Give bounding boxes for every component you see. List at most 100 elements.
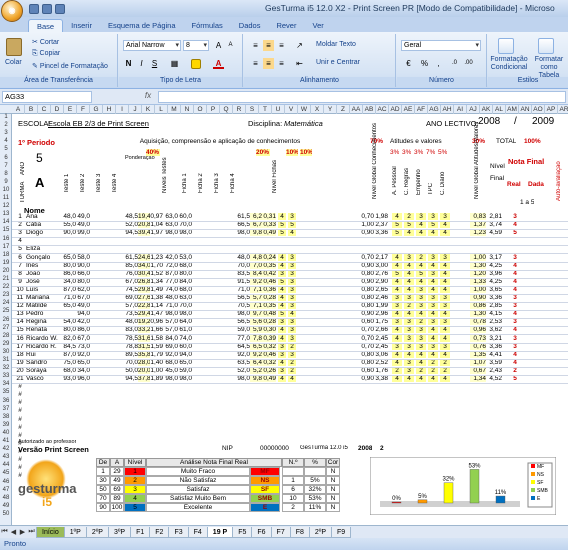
a3-cell[interactable]: 5 bbox=[416, 269, 426, 277]
r-cell[interactable]: 3 bbox=[508, 318, 522, 326]
n-cell[interactable]: 18 bbox=[14, 351, 26, 358]
f1-cell[interactable]: 45,0 bbox=[164, 367, 178, 374]
a1-cell[interactable]: 4 bbox=[392, 285, 402, 293]
r-cell[interactable]: 3 bbox=[508, 334, 522, 342]
f1-cell[interactable]: 71,0 bbox=[164, 302, 178, 309]
v-cell[interactable]: 0,97 bbox=[150, 213, 163, 220]
a5-cell[interactable]: 3 bbox=[440, 318, 450, 326]
t2-cell[interactable]: 73,0 bbox=[76, 343, 90, 350]
a4-cell[interactable]: 4 bbox=[428, 277, 438, 285]
fx-icon[interactable]: fx bbox=[140, 91, 156, 103]
r-cell[interactable]: 3 bbox=[508, 342, 522, 350]
a5-cell[interactable]: 3 bbox=[440, 253, 450, 261]
save-icon[interactable] bbox=[29, 3, 39, 14]
prev-sheet-arrow[interactable]: ◀ bbox=[9, 528, 18, 536]
x1-cell[interactable]: 0,42 bbox=[262, 269, 276, 277]
na-cell[interactable]: 1,76 bbox=[374, 367, 388, 374]
f2-cell[interactable]: 53,0 bbox=[178, 254, 192, 261]
year-from[interactable]: 2008 bbox=[478, 116, 500, 127]
nf-cell[interactable]: 9,8 bbox=[250, 229, 262, 237]
a5-cell[interactable]: 2 bbox=[440, 358, 450, 366]
l1-cell[interactable]: 5 bbox=[278, 221, 286, 229]
l1-cell[interactable]: 5 bbox=[278, 229, 286, 237]
column-header[interactable]: AG bbox=[428, 105, 441, 114]
t1-cell[interactable]: 54,0 bbox=[62, 318, 76, 325]
v-cell[interactable]: 1,40 bbox=[150, 359, 163, 366]
row-header[interactable]: 37 bbox=[0, 406, 12, 412]
a1-cell[interactable]: 5 bbox=[392, 221, 402, 229]
a5-cell[interactable]: 3 bbox=[440, 213, 450, 220]
a4-cell[interactable]: 3 bbox=[428, 213, 438, 220]
x1-cell[interactable]: 0,24 bbox=[262, 253, 276, 261]
nt-cell[interactable]: 24,6 bbox=[138, 253, 150, 261]
nt-cell[interactable]: 31,5 bbox=[138, 342, 150, 350]
row-header[interactable]: 49 bbox=[0, 503, 12, 509]
table-row[interactable]: 7 Inês 80,0 90,0 85,0 34,0 1,70 72,0 68,0 70,0 7,0… bbox=[0, 261, 568, 270]
l2-cell[interactable]: 4 bbox=[288, 229, 296, 237]
x1-cell[interactable]: 0,49 bbox=[262, 229, 276, 237]
f1-cell[interactable]: 98,0 bbox=[164, 375, 178, 382]
cut-button[interactable]: ✂ Cortar bbox=[32, 38, 59, 46]
a2-cell[interactable]: 3 bbox=[404, 366, 414, 374]
a4-cell[interactable]: 4 bbox=[428, 350, 438, 358]
nome-cell[interactable]: Cátia bbox=[26, 221, 62, 228]
nome-cell[interactable]: Regina bbox=[26, 318, 62, 325]
column-header[interactable]: J bbox=[129, 105, 142, 114]
pt-cell[interactable]: 83,0 bbox=[124, 326, 138, 333]
nq-cell[interactable]: 1,34 bbox=[470, 375, 486, 382]
column-header[interactable]: AR bbox=[558, 105, 568, 114]
a5-cell[interactable]: 4 bbox=[440, 310, 450, 318]
l1-cell[interactable]: 3 bbox=[278, 350, 286, 358]
l2-cell[interactable]: 3 bbox=[288, 277, 296, 285]
pt-cell[interactable]: 48,0 bbox=[124, 318, 138, 325]
column-header[interactable]: AN bbox=[519, 105, 532, 114]
f2-cell[interactable]: 70,0 bbox=[178, 302, 192, 309]
ng-cell[interactable]: 0,80 bbox=[360, 351, 374, 358]
na-cell[interactable]: 2,66 bbox=[374, 326, 388, 333]
nt-cell[interactable]: 31,6 bbox=[138, 334, 150, 342]
pf-cell[interactable]: 77,0 bbox=[236, 335, 250, 342]
a4-cell[interactable]: 3 bbox=[428, 302, 438, 310]
a1-cell[interactable]: 5 bbox=[392, 229, 402, 237]
a3-cell[interactable]: 3 bbox=[416, 334, 426, 342]
f1-cell[interactable]: 72,0 bbox=[164, 262, 178, 269]
spreadsheet-grid[interactable]: A B C D E F G H I J K L M N O P Q R S T U V W X Y Z AA AB AC AD AE AF AG… bbox=[0, 105, 568, 525]
a4-cell[interactable]: 2 bbox=[428, 358, 438, 366]
na-cell[interactable]: 1,98 bbox=[374, 213, 388, 220]
nome-cell[interactable]: Diogo bbox=[26, 229, 62, 236]
ng-cell[interactable]: 1,00 bbox=[360, 221, 374, 228]
v-cell[interactable]: 1,14 bbox=[150, 302, 163, 309]
column-header[interactable]: AP bbox=[545, 105, 558, 114]
align-bottom-icon[interactable]: ≡ bbox=[276, 40, 287, 51]
f2-cell[interactable]: 70,0 bbox=[178, 221, 192, 228]
t1-cell[interactable]: 80,0 bbox=[62, 262, 76, 269]
l2-cell[interactable]: 3 bbox=[288, 318, 296, 326]
t2-cell[interactable]: 49,0 bbox=[76, 213, 90, 220]
a2-cell[interactable]: 4 bbox=[404, 350, 414, 358]
t1-cell[interactable]: 75,0 bbox=[62, 359, 76, 366]
v-cell[interactable]: 1,79 bbox=[150, 351, 163, 358]
row-header[interactable]: 9 bbox=[0, 179, 12, 185]
v-cell[interactable]: 1,34 bbox=[150, 278, 163, 285]
column-header[interactable]: F bbox=[77, 105, 90, 114]
f1-cell[interactable]: 84,0 bbox=[164, 335, 178, 342]
paste-button[interactable]: Colar bbox=[5, 59, 22, 66]
nq-cell[interactable]: 1,35 bbox=[470, 350, 486, 358]
x1-cell[interactable]: 0,32 bbox=[262, 358, 276, 366]
align-center-icon[interactable]: ≡ bbox=[263, 58, 274, 69]
row-header[interactable]: 5 bbox=[0, 146, 12, 152]
nome-cell[interactable]: Pedro bbox=[26, 310, 62, 317]
a1-cell[interactable]: 3 bbox=[392, 294, 402, 301]
a2-cell[interactable]: 3 bbox=[404, 326, 414, 334]
column-header[interactable]: AL bbox=[493, 105, 506, 114]
nq-cell[interactable]: 1,20 bbox=[470, 269, 486, 277]
na-cell[interactable]: 3,36 bbox=[374, 229, 388, 236]
t1-cell[interactable]: 68,0 bbox=[62, 367, 76, 374]
sheet-tab[interactable]: 2ºP bbox=[85, 526, 109, 538]
na-cell[interactable]: 2,46 bbox=[374, 294, 388, 301]
row-header[interactable]: 7 bbox=[0, 163, 12, 169]
a3-cell[interactable]: 2 bbox=[416, 318, 426, 326]
align-top-icon[interactable]: ≡ bbox=[250, 40, 261, 51]
x1-cell[interactable]: 0,26 bbox=[262, 366, 276, 374]
nf-cell[interactable]: 8,4 bbox=[250, 269, 262, 277]
